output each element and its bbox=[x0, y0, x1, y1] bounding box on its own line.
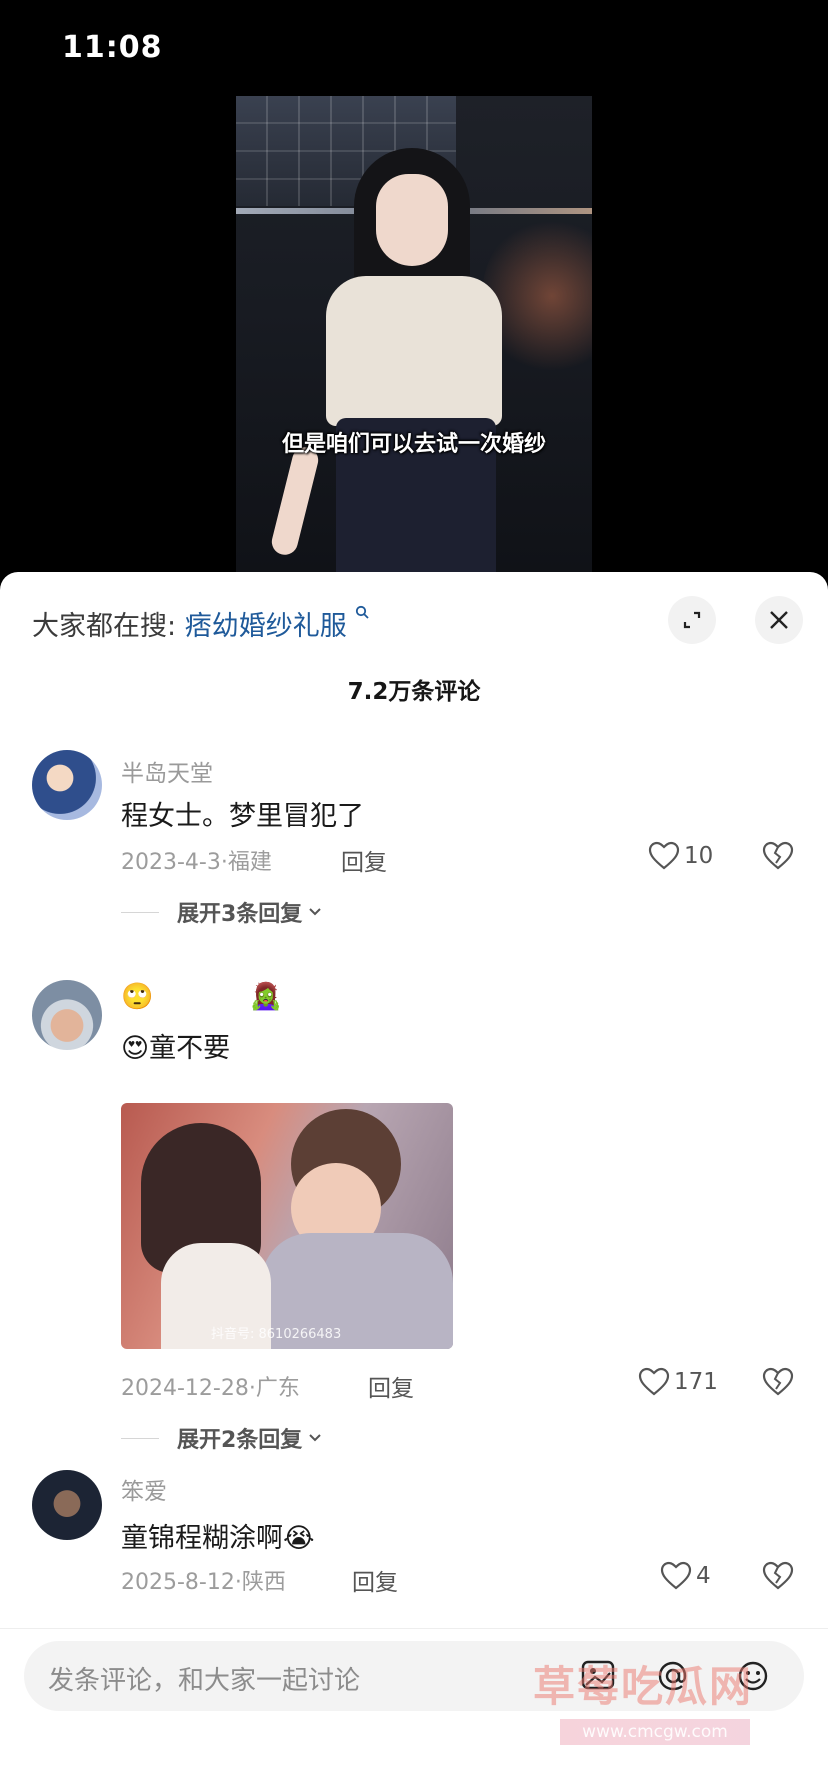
expand-replies-button[interactable]: 展开2条回复 bbox=[121, 1422, 324, 1454]
comment-date-location: 2024-12-28·广东 bbox=[121, 1376, 300, 1401]
expand-icon bbox=[683, 611, 701, 629]
like-button[interactable]: 10 bbox=[648, 841, 713, 871]
dislike-button[interactable] bbox=[762, 1561, 794, 1595]
like-count: 10 bbox=[684, 843, 714, 869]
dislike-button[interactable] bbox=[762, 841, 794, 875]
search-suggestion[interactable]: 大家都在搜: 痞幼婚纱礼服 bbox=[32, 604, 369, 643]
expand-replies-button[interactable]: 展开3条回复 bbox=[121, 896, 324, 928]
avatar[interactable] bbox=[32, 980, 102, 1050]
comment-date-location: 2023-4-3·福建 bbox=[121, 850, 272, 875]
close-icon bbox=[770, 611, 788, 629]
expand-button[interactable] bbox=[668, 596, 716, 644]
reply-button[interactable]: 回复 bbox=[341, 843, 387, 877]
reply-button[interactable]: 回复 bbox=[368, 1369, 414, 1403]
broken-heart-icon bbox=[762, 1367, 794, 1396]
comment-emoji: 😍 bbox=[121, 1033, 150, 1064]
image-watermark: 抖音号: 8610266483 bbox=[211, 1327, 342, 1342]
comment-username[interactable]: 半岛天堂 bbox=[121, 754, 213, 788]
expand-divider bbox=[121, 1437, 159, 1439]
comment-date-location: 2025-8-12·陕西 bbox=[121, 1570, 286, 1595]
reply-button[interactable]: 回复 bbox=[352, 1563, 398, 1597]
person-face bbox=[376, 174, 448, 266]
chevron-down-icon bbox=[309, 1434, 322, 1442]
status-time: 11:08 bbox=[62, 30, 163, 65]
comment-count: 7.2万条评论 bbox=[347, 679, 481, 705]
comment-input-placeholder: 发条评论，和大家一起讨论 bbox=[48, 1666, 361, 1696]
like-button[interactable]: 4 bbox=[660, 1561, 711, 1591]
comments-sheet: 大家都在搜: 痞幼婚纱礼服 7.2万条评论 半岛天堂 程女士。梦里冒犯了 202… bbox=[0, 572, 828, 1792]
avatar[interactable] bbox=[32, 750, 102, 820]
heart-icon bbox=[638, 1367, 670, 1396]
search-prefix: 大家都在搜: bbox=[32, 611, 177, 642]
close-button[interactable] bbox=[755, 596, 803, 644]
comment-text: 童锦程糊涂啊😭 bbox=[121, 1516, 315, 1555]
expand-replies-label: 展开2条回复 bbox=[177, 1428, 303, 1453]
comment-item: 🙄 🧟‍♀️ 😍童不要 抖音号: 8610266483 2024-12-28·广… bbox=[0, 980, 828, 1480]
broken-heart-icon bbox=[762, 1561, 794, 1590]
comment-username-emoji[interactable]: 🙄 🧟‍♀️ bbox=[121, 982, 326, 1012]
expand-replies-label: 展开3条回复 bbox=[177, 902, 303, 927]
video-subtitle: 但是咱们可以去试一次婚纱 bbox=[281, 432, 546, 457]
comment-item: 笨爱 童锦程糊涂啊😭 2025-8-12·陕西 回复 4 bbox=[0, 1470, 828, 1630]
search-term[interactable]: 痞幼婚纱礼服 bbox=[185, 611, 347, 642]
broken-heart-icon bbox=[762, 841, 794, 870]
comment-item: 半岛天堂 程女士。梦里冒犯了 2023-4-3·福建 回复 10 展开3条回复 bbox=[0, 750, 828, 960]
avatar[interactable] bbox=[32, 1470, 102, 1540]
expand-divider bbox=[121, 911, 159, 913]
search-icon bbox=[355, 604, 369, 623]
like-count: 4 bbox=[696, 1563, 711, 1589]
person-arm bbox=[269, 444, 321, 558]
site-watermark: 草莓吃瓜网 bbox=[533, 1662, 754, 1711]
comment-emoji: 😭 bbox=[283, 1523, 315, 1554]
dislike-button[interactable] bbox=[762, 1367, 794, 1401]
comment-text-content: 童锦程糊涂啊 bbox=[121, 1523, 283, 1554]
like-count: 171 bbox=[674, 1369, 718, 1395]
comment-text-content: 童不要 bbox=[149, 1033, 231, 1064]
video-player[interactable]: 但是咱们可以去试一次婚纱 bbox=[236, 96, 592, 572]
heart-icon bbox=[660, 1561, 692, 1590]
comment-input-bar: 发条评论，和大家一起讨论 草莓吃瓜网 www.cmcgw.com bbox=[0, 1628, 828, 1792]
comment-text: 😍童不要 bbox=[121, 1026, 230, 1065]
person-shirt bbox=[326, 276, 502, 426]
comment-username[interactable]: 笨爱 bbox=[121, 1472, 167, 1506]
comment-text: 程女士。梦里冒犯了 bbox=[121, 801, 364, 832]
like-button[interactable]: 171 bbox=[638, 1367, 718, 1397]
comment-image[interactable]: 抖音号: 8610266483 bbox=[121, 1103, 453, 1349]
heart-icon bbox=[648, 841, 680, 870]
site-watermark-url: www.cmcgw.com bbox=[560, 1719, 750, 1745]
chevron-down-icon bbox=[309, 908, 322, 916]
